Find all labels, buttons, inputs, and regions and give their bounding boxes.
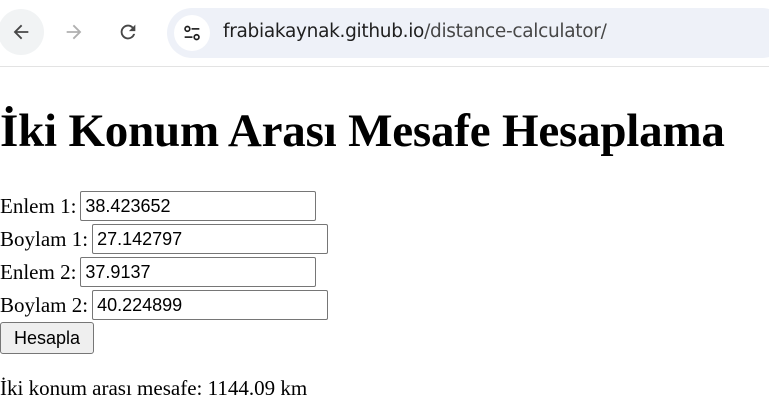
url-text: frabiakaynak.github.io/distance-calculat… <box>223 20 607 44</box>
lat1-label: Enlem 1: <box>0 193 77 218</box>
reload-button[interactable] <box>105 9 151 55</box>
reload-icon <box>120 24 136 40</box>
back-button[interactable] <box>0 9 44 55</box>
tune-icon <box>184 25 200 41</box>
distance-result: İki konum arası mesafe: 1144.09 km <box>0 376 308 400</box>
lat2-label: Enlem 2: <box>0 259 77 284</box>
lat2-row: Enlem 2: <box>0 255 317 289</box>
page-title: İki Konum Arası Mesafe Hesaplama <box>0 105 725 157</box>
lon1-label: Boylam 1: <box>0 226 89 251</box>
site-info-button[interactable] <box>174 15 210 51</box>
url-path: /distance-calculator/ <box>424 21 607 42</box>
calculate-button[interactable]: Hesapla <box>0 322 94 354</box>
lat2-input[interactable] <box>80 257 317 287</box>
arrow-right-icon <box>66 24 82 40</box>
lon2-row: Boylam 2: <box>0 288 329 322</box>
address-bar[interactable]: frabiakaynak.github.io/distance-calculat… <box>167 8 769 58</box>
lat1-input[interactable] <box>80 191 317 221</box>
browser-toolbar: frabiakaynak.github.io/distance-calculat… <box>0 0 769 67</box>
lon2-label: Boylam 2: <box>0 292 89 317</box>
lon1-input[interactable] <box>92 224 329 254</box>
arrow-left-icon <box>13 24 29 40</box>
lon2-input[interactable] <box>92 290 329 320</box>
forward-button[interactable] <box>51 9 97 55</box>
url-host: frabiakaynak.github.io <box>223 21 425 42</box>
lat1-row: Enlem 1: <box>0 189 317 223</box>
lon1-row: Boylam 1: <box>0 222 329 256</box>
